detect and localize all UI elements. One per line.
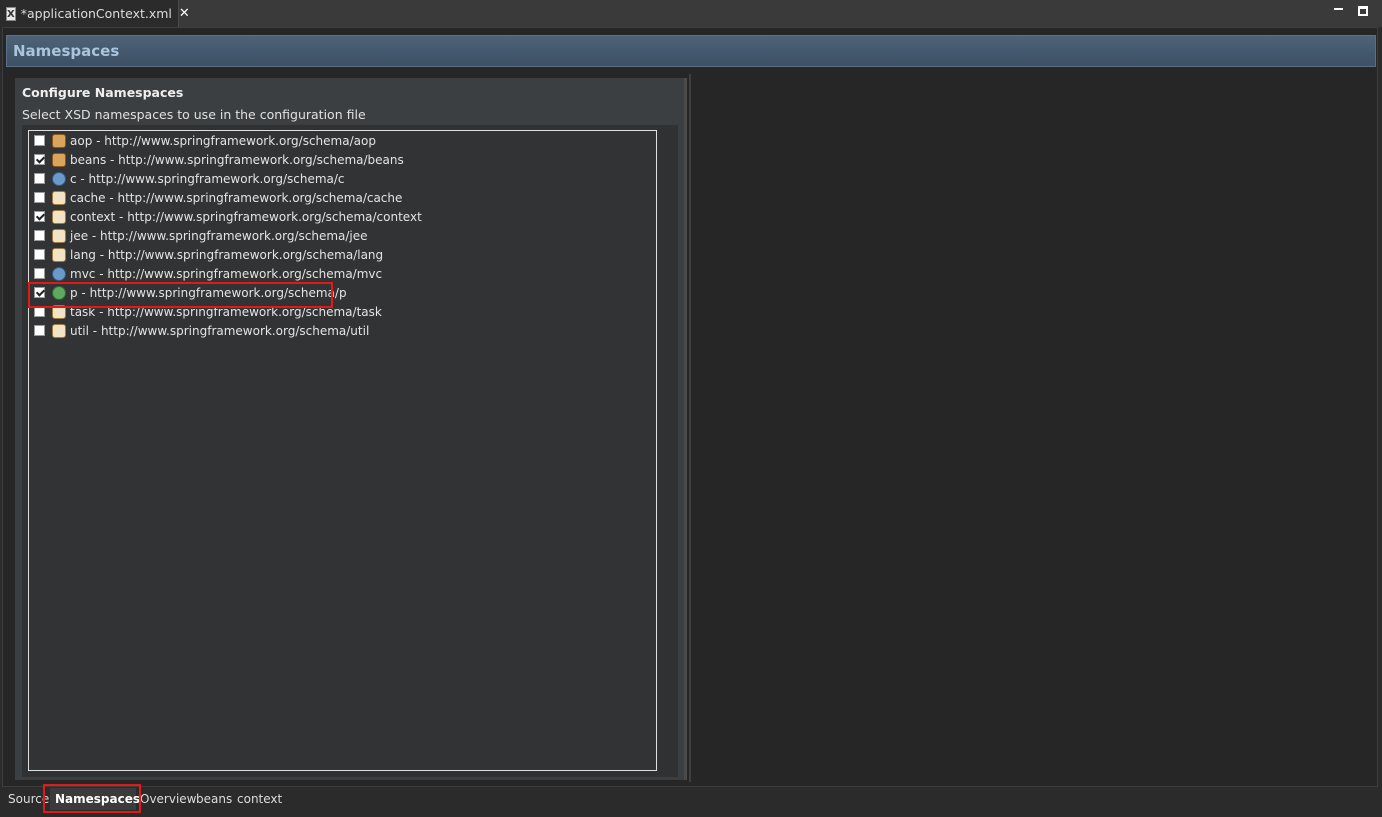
- list-item[interactable]: mvc - http://www.springframework.org/sch…: [34, 264, 382, 283]
- list-item[interactable]: context - http://www.springframework.org…: [34, 207, 422, 226]
- cache-namespace-icon: [52, 190, 66, 205]
- section-title: Namespaces: [13, 42, 120, 60]
- section-header: Namespaces: [6, 35, 1376, 67]
- editor-tab-bar: [0, 0, 1382, 27]
- close-icon[interactable]: ✕: [179, 6, 190, 21]
- namespace-label: lang - http://www.springframework.org/sc…: [70, 247, 384, 262]
- namespace-checkbox[interactable]: [34, 325, 45, 336]
- aop-namespace-icon: [52, 133, 66, 148]
- panel-divider[interactable]: [689, 74, 691, 782]
- list-item[interactable]: util - http://www.springframework.org/sc…: [34, 321, 369, 340]
- xml-file-icon: X: [6, 6, 16, 21]
- editor-tab[interactable]: X *applicationContext.xml ✕: [0, 0, 190, 27]
- list-item[interactable]: lang - http://www.springframework.org/sc…: [34, 245, 383, 264]
- context-namespace-icon: [52, 209, 66, 224]
- namespace-checkbox[interactable]: [34, 230, 45, 241]
- namespace-label: util - http://www.springframework.org/sc…: [70, 323, 370, 338]
- c-namespace-icon: [52, 171, 66, 186]
- namespace-checkbox[interactable]: [34, 249, 45, 260]
- util-namespace-icon: [52, 323, 66, 338]
- namespace-checkbox[interactable]: [34, 211, 45, 222]
- tab-overview[interactable]: Overview: [140, 792, 197, 806]
- tab-context[interactable]: context: [237, 792, 282, 806]
- panel-title: Configure Namespaces: [22, 85, 184, 100]
- editor-tab-title: *applicationContext.xml: [20, 6, 172, 21]
- jee-namespace-icon: [52, 228, 66, 243]
- maximize-icon[interactable]: [1358, 6, 1368, 16]
- namespace-label: cache - http://www.springframework.org/s…: [70, 190, 403, 205]
- mvc-namespace-icon: [52, 266, 66, 281]
- highlight-box-namespaces-tab: [43, 784, 141, 813]
- namespace-checkbox[interactable]: [34, 173, 45, 184]
- namespace-label: context - http://www.springframework.org…: [70, 209, 422, 224]
- panel-description: Select XSD namespaces to use in the conf…: [22, 107, 366, 122]
- list-item[interactable]: aop - http://www.springframework.org/sch…: [34, 131, 376, 150]
- namespace-checkbox[interactable]: [34, 154, 45, 165]
- list-item[interactable]: c - http://www.springframework.org/schem…: [34, 169, 345, 188]
- highlight-box-p-namespace: [28, 282, 333, 308]
- list-item[interactable]: jee - http://www.springframework.org/sch…: [34, 226, 368, 245]
- namespace-checkbox[interactable]: [34, 268, 45, 279]
- namespace-label: jee - http://www.springframework.org/sch…: [70, 228, 368, 243]
- namespace-label: mvc - http://www.springframework.org/sch…: [70, 266, 383, 281]
- namespace-label: beans - http://www.springframework.org/s…: [70, 152, 404, 167]
- namespace-label: c - http://www.springframework.org/schem…: [70, 171, 345, 186]
- lang-namespace-icon: [52, 247, 66, 262]
- list-item[interactable]: beans - http://www.springframework.org/s…: [34, 150, 404, 169]
- minimize-icon[interactable]: [1333, 3, 1345, 13]
- beans-namespace-icon: [52, 152, 66, 167]
- tab-beans[interactable]: beans: [196, 792, 232, 806]
- list-item[interactable]: cache - http://www.springframework.org/s…: [34, 188, 402, 207]
- panel-scrollbar[interactable]: [684, 78, 687, 780]
- namespace-checkbox[interactable]: [34, 135, 45, 146]
- namespace-label: aop - http://www.springframework.org/sch…: [70, 133, 376, 148]
- namespace-checkbox[interactable]: [34, 192, 45, 203]
